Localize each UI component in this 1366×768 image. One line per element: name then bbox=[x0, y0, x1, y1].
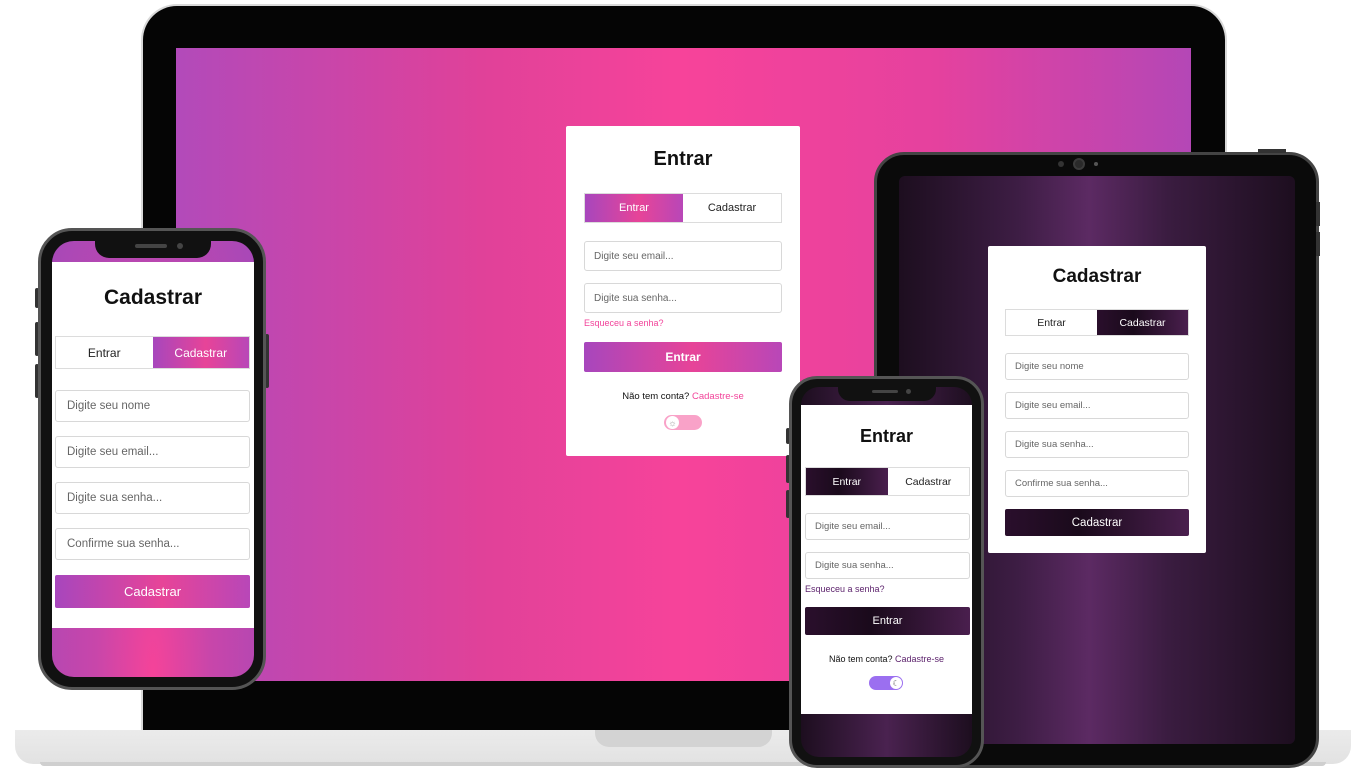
tablet-top-button bbox=[1258, 149, 1286, 153]
moon-icon: ☾ bbox=[890, 677, 902, 689]
theme-toggle[interactable]: ☾ bbox=[869, 676, 903, 690]
speaker-icon bbox=[872, 390, 898, 393]
email-field[interactable]: Digite seu email... bbox=[584, 241, 782, 271]
register-button[interactable]: Cadastrar bbox=[1005, 509, 1189, 536]
laptop-card-title: Entrar bbox=[653, 148, 713, 170]
phone-right-login-card: Entrar Entrar Cadastrar Digite seu email… bbox=[801, 405, 972, 714]
tab-register[interactable]: Cadastrar bbox=[888, 468, 970, 495]
phone-left-card-title: Cadastrar bbox=[103, 286, 203, 309]
phone-left-notch bbox=[95, 238, 211, 258]
tablet-sensor bbox=[1058, 161, 1064, 167]
login-button[interactable]: Entrar bbox=[805, 607, 970, 635]
signup-prompt-text: Não tem conta? bbox=[828, 654, 893, 664]
name-field[interactable]: Digite seu nome bbox=[55, 390, 250, 422]
tablet-sensor bbox=[1094, 162, 1098, 166]
email-field[interactable]: Digite seu email... bbox=[1005, 392, 1189, 419]
laptop-login-card: Entrar Entrar Cadastrar Digite seu email… bbox=[566, 126, 800, 456]
tablet-side-button bbox=[1316, 202, 1320, 226]
name-field[interactable]: Digite seu nome bbox=[1005, 353, 1189, 380]
signup-link[interactable]: Cadastre-se bbox=[895, 654, 944, 664]
signup-prompt: Não tem conta? Cadastre-se bbox=[801, 654, 972, 664]
tab-register[interactable]: Cadastrar bbox=[683, 194, 781, 222]
tablet-register-card: Cadastrar Entrar Cadastrar Digite seu no… bbox=[988, 246, 1206, 553]
signup-prompt: Não tem conta? Cadastre-se bbox=[566, 391, 800, 402]
password-field[interactable]: Digite sua senha... bbox=[805, 552, 970, 579]
tablet-camera bbox=[1073, 158, 1085, 170]
signup-prompt-text: Não tem conta? bbox=[622, 391, 690, 402]
tab-login[interactable]: Entrar bbox=[56, 337, 153, 368]
register-button[interactable]: Cadastrar bbox=[55, 575, 250, 608]
password-field[interactable]: Digite sua senha... bbox=[584, 283, 782, 313]
tab-register[interactable]: Cadastrar bbox=[152, 337, 249, 368]
tab-login[interactable]: Entrar bbox=[585, 194, 683, 222]
laptop-notch bbox=[595, 730, 772, 747]
tab-register[interactable]: Cadastrar bbox=[1097, 310, 1188, 335]
phone-right-tabs: Entrar Cadastrar bbox=[805, 467, 970, 496]
phone-left-tabs: Entrar Cadastrar bbox=[55, 336, 250, 369]
tablet-tabs: Entrar Cadastrar bbox=[1005, 309, 1189, 336]
speaker-icon bbox=[135, 244, 167, 248]
signup-link[interactable]: Cadastre-se bbox=[692, 391, 744, 402]
sun-icon: ☼ bbox=[666, 416, 679, 429]
tablet-side-button bbox=[1316, 232, 1320, 256]
password-field[interactable]: Digite sua senha... bbox=[55, 482, 250, 514]
tab-login[interactable]: Entrar bbox=[806, 468, 888, 495]
tablet-card-title: Cadastrar bbox=[1052, 266, 1142, 287]
password-field[interactable]: Digite sua senha... bbox=[1005, 431, 1189, 458]
theme-toggle[interactable]: ☼ bbox=[664, 415, 702, 430]
phone-right-card-title: Entrar bbox=[859, 426, 913, 446]
camera-icon bbox=[177, 243, 183, 249]
laptop-tabs: Entrar Cadastrar bbox=[584, 193, 782, 223]
camera-icon bbox=[906, 389, 911, 394]
forgot-password-link[interactable]: Esqueceu a senha? bbox=[584, 318, 664, 328]
forgot-password-link[interactable]: Esqueceu a senha? bbox=[805, 584, 885, 594]
confirm-password-field[interactable]: Confirme sua senha... bbox=[55, 528, 250, 560]
phone-left-register-card: Cadastrar Entrar Cadastrar Digite seu no… bbox=[52, 262, 254, 628]
tab-login[interactable]: Entrar bbox=[1006, 310, 1097, 335]
email-field[interactable]: Digite seu email... bbox=[805, 513, 970, 540]
login-button[interactable]: Entrar bbox=[584, 342, 782, 372]
confirm-password-field[interactable]: Confirme sua senha... bbox=[1005, 470, 1189, 497]
phone-right-notch bbox=[838, 385, 936, 401]
email-field[interactable]: Digite seu email... bbox=[55, 436, 250, 468]
